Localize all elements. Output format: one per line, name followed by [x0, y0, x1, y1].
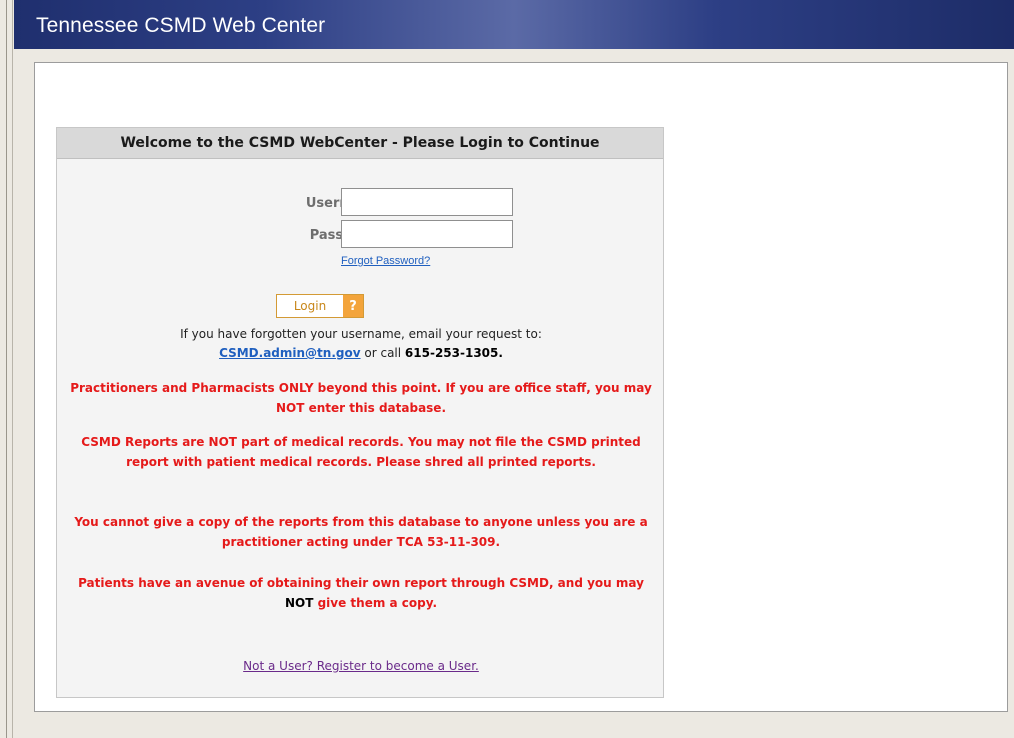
notice-patients-not: NOT: [284, 596, 314, 610]
username-input[interactable]: [341, 188, 513, 216]
password-row: Password:: [57, 220, 665, 250]
notice-patients-text-a: Patients have an avenue of obtaining the…: [78, 576, 644, 590]
contact-line: CSMD.admin@tn.gov or call 615-253-1305.: [57, 346, 665, 360]
admin-email-link[interactable]: CSMD.admin@tn.gov: [219, 346, 360, 360]
login-panel: Welcome to the CSMD WebCenter - Please L…: [56, 127, 664, 698]
notice-no-copies: You cannot give a copy of the reports fr…: [74, 515, 648, 549]
notice-not-medical-records: CSMD Reports are NOT part of medical rec…: [81, 435, 641, 469]
register-link[interactable]: Not a User? Register to become a User.: [57, 659, 665, 673]
login-button-label: Login: [293, 299, 327, 313]
app-header: Tennessee CSMD Web Center: [14, 0, 1014, 49]
notice-practitioners-only: Practitioners and Pharmacists ONLY beyon…: [70, 381, 652, 415]
login-panel-heading: Welcome to the CSMD WebCenter - Please L…: [57, 128, 663, 159]
or-call-text: or call: [364, 346, 402, 360]
notice-patients-text-c: give them a copy.: [317, 596, 438, 610]
window-left-rail: [0, 0, 13, 738]
password-input[interactable]: [341, 220, 513, 248]
forgot-username-text: If you have forgotten your username, ema…: [180, 327, 542, 341]
app-title: Tennessee CSMD Web Center: [36, 14, 326, 37]
key-icon: ?: [343, 295, 363, 317]
forgot-password-link[interactable]: Forgot Password?: [341, 255, 430, 267]
login-button[interactable]: Login ?: [276, 294, 364, 318]
notice-patients: Patients have an avenue of obtaining the…: [67, 573, 655, 613]
phone-number: 615-253-1305.: [404, 346, 503, 360]
username-row: Username:: [57, 188, 665, 218]
